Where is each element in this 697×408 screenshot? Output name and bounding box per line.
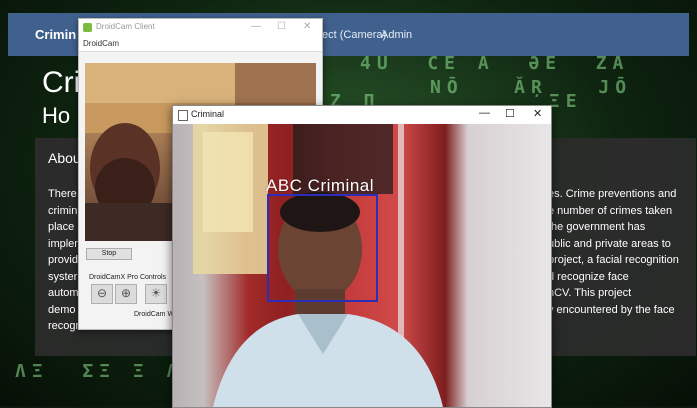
site-brand[interactable]: Crimin [35, 27, 76, 42]
close-icon[interactable]: ✕ [303, 21, 311, 32]
close-icon[interactable]: ✕ [533, 107, 542, 120]
maximize-icon[interactable]: ☐ [505, 107, 515, 120]
menu-droidcam[interactable]: DroidCam [83, 39, 119, 48]
droidcam-titlebar[interactable]: DroidCam Client — ☐ ✕ [79, 19, 322, 37]
droidcam-app-icon [83, 23, 92, 32]
about-line: the government has [548, 221, 646, 233]
criminal-video-feed: ABC Criminal [173, 124, 551, 407]
hero-title: Cri [42, 66, 81, 99]
criminal-titlebar[interactable]: Criminal — ☐ ✕ [173, 106, 551, 124]
about-line: es. Crime preventions and [548, 188, 677, 200]
window-app-icon [178, 110, 188, 121]
criminal-title: Criminal [191, 109, 225, 119]
nav-link-camera[interactable]: ect (Camera) [322, 29, 386, 41]
about-text-right: es. Crime preventions and e number of cr… [548, 186, 679, 318]
droidcam-menubar: DroidCam [79, 37, 322, 52]
minimize-icon[interactable]: — [479, 107, 490, 119]
brightness-icon[interactable]: ☀ [145, 284, 167, 304]
maximize-icon[interactable]: ☐ [277, 21, 286, 32]
droidcam-title: DroidCam Client [96, 22, 155, 31]
about-line: d recognize face [548, 270, 629, 283]
about-line: e number of crimes taken [548, 204, 673, 217]
zoom-in-icon[interactable]: ⊕ [115, 284, 137, 304]
hero-subtitle: Ho [42, 103, 71, 128]
face-bounding-box [267, 194, 378, 302]
zoom-out-icon[interactable]: ⊖ [91, 284, 113, 304]
minimize-icon[interactable]: — [251, 21, 261, 32]
about-line: y encountered by the face [548, 303, 675, 316]
pro-controls-label: DroidCamX Pro Controls [89, 274, 167, 281]
about-line: project, a facial recognition [548, 254, 679, 266]
about-line: ublic and private areas to [548, 237, 671, 250]
nav-link-admin[interactable]: Admin [381, 29, 412, 41]
about-heading: Abou [48, 150, 81, 166]
about-line: nCV. This project [548, 287, 632, 299]
criminal-window: Criminal — ☐ ✕ ABC Criminal [172, 105, 552, 408]
stop-button[interactable]: Stop [86, 248, 132, 260]
detection-label: ABC Criminal [266, 176, 375, 195]
